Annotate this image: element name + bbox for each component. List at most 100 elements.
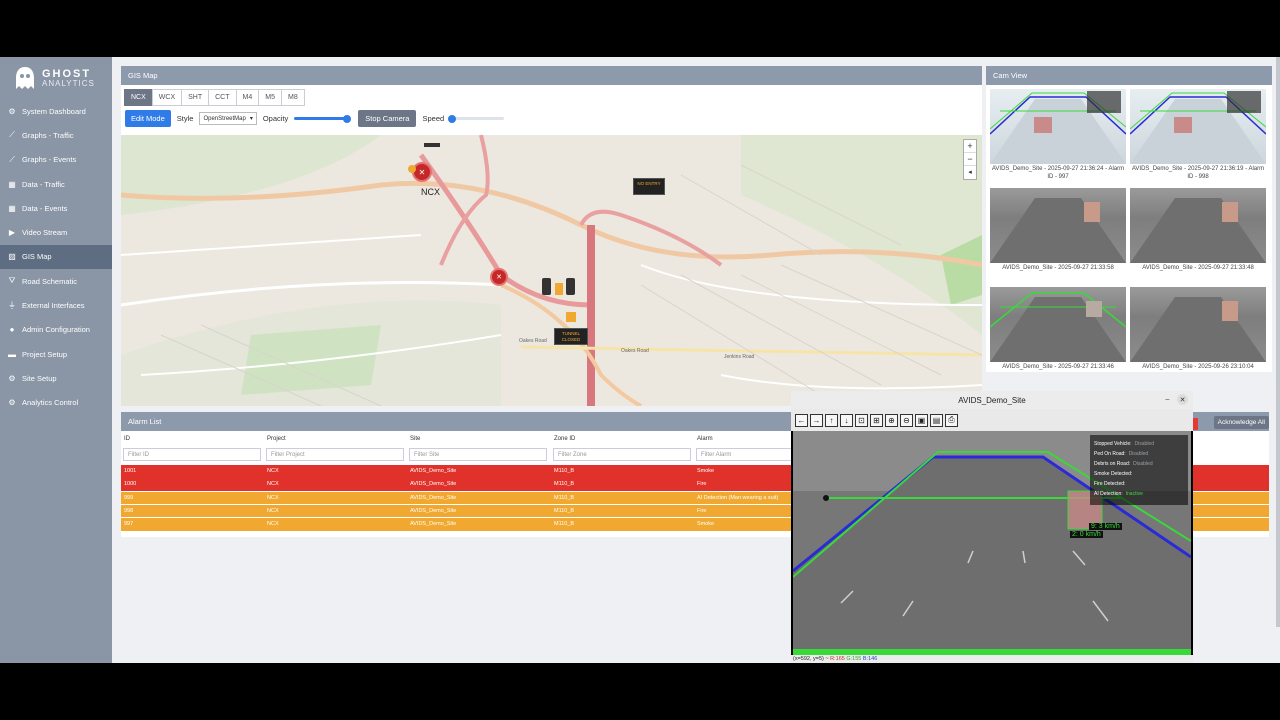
table-cell-alarm: Smoke (697, 521, 715, 528)
cam-thumbnail-image[interactable] (1130, 287, 1266, 362)
tab-m4[interactable]: M4 (235, 89, 260, 106)
sidebar-item-data-events[interactable]: ▦ Data - Events (0, 196, 112, 220)
filter-input-0[interactable]: Filter ID (123, 448, 261, 461)
cam-thumbnail[interactable]: AVIDS_Demo_Site - 2025-09-26 23:10:04 (1130, 287, 1266, 372)
traffic-light-icon[interactable] (566, 278, 575, 295)
viewer-tool-2-icon[interactable]: ↑ (825, 413, 838, 427)
tab-m5[interactable]: M5 (258, 89, 282, 106)
viewer-tool-0-icon[interactable]: ← (795, 413, 808, 427)
brand-sub: ANALYTICS (42, 78, 95, 88)
zoom-out-button[interactable]: − (964, 153, 976, 166)
sidebar-item-project-setup[interactable]: ▬ Project Setup (0, 342, 112, 366)
compass-icon[interactable]: ◂ (964, 166, 976, 179)
sidebar-item-graphs-events[interactable]: ⟋ Graphs - Events (0, 148, 112, 172)
detection-status-label: Smoke Detected: (1094, 471, 1133, 477)
opacity-slider[interactable] (294, 114, 352, 123)
plug-icon: ⏚ (8, 301, 16, 311)
cam-panel: AVIDS_Demo_Site - 2025-09-27 21:36:24 - … (986, 85, 1272, 372)
viewer-tool-1-icon[interactable]: → (810, 413, 823, 427)
opacity-slider-knob[interactable] (343, 114, 352, 123)
viewer-tool-4-icon[interactable]: ⊡ (855, 413, 868, 427)
cam-thumbnail[interactable]: AVIDS_Demo_Site - 2025-09-27 21:33:58 (990, 188, 1126, 284)
filter-input-3[interactable]: Filter Zone (553, 448, 691, 461)
sidebar-item-data-traffic[interactable]: ▦ Data - Traffic (0, 172, 112, 196)
viewer-tool-9-icon[interactable]: ▤ (930, 413, 943, 427)
sidebar-item-site-setup[interactable]: ⚙ Site Setup (0, 366, 112, 390)
viewer-tool-7-icon[interactable]: ⊖ (900, 413, 913, 427)
sidebar-item-label: External Interfaces (22, 301, 85, 311)
viewer-tool-3-icon[interactable]: ↓ (840, 413, 853, 427)
column-header-site[interactable]: Site (410, 436, 420, 442)
minimize-icon[interactable]: – (1162, 394, 1173, 405)
filter-input-2[interactable]: Filter Site (409, 448, 547, 461)
speed-tag: 2: 0 km/h (1070, 531, 1103, 538)
video-frame[interactable]: 9: 3 km/h 2: 0 km/h Stopped Vehicle: Disa… (793, 431, 1191, 655)
table-cell-id: 998 (124, 507, 134, 514)
acknowledge-all-button[interactable]: Acknowledge All (1213, 416, 1269, 429)
page-scrollbar[interactable] (1276, 57, 1280, 627)
sidebar-item-system-dashboard[interactable]: ⚙ System Dashboard (0, 99, 112, 123)
video-viewer-window[interactable]: AVIDS_Demo_Site – ✕ ← → ↑ ↓ ⊡ ⊞ ⊕ ⊖ ▣ ▤ ⎙ (791, 391, 1193, 663)
camera-marker-icon[interactable]: ✕ (490, 268, 508, 286)
viewer-status-bar: (x=592, y=5) ~ R:165 G:155 B:146 (791, 655, 1193, 663)
stop-camera-button[interactable]: Stop Camera (358, 110, 417, 127)
viewer-tool-5-icon[interactable]: ⊞ (870, 413, 883, 427)
gis-panel-header: GIS Map (121, 66, 982, 85)
detection-status-label: Debris on Road: (1094, 461, 1131, 467)
cam-thumbnail-image[interactable] (1130, 188, 1266, 263)
cam-thumbnail[interactable]: AVIDS_Demo_Site - 2025-09-27 21:36:19 - … (1130, 89, 1266, 185)
column-header-alarm[interactable]: Alarm (697, 436, 713, 442)
viewer-tool-8-icon[interactable]: ▣ (915, 413, 928, 427)
tab-sht[interactable]: SHT (181, 89, 210, 106)
cam-thumbnail-image[interactable] (1130, 89, 1266, 164)
detection-status-label: Stopped Vehicle: (1094, 441, 1132, 447)
camera-marker-icon[interactable]: ✕ (412, 162, 432, 182)
sidebar-item-road-schematic[interactable]: ⛛ Road Schematic (0, 269, 112, 293)
tab-ncx[interactable]: NCX (124, 89, 153, 106)
column-header-project[interactable]: Project (267, 436, 286, 442)
sidebar-item-admin-configuration[interactable]: ● Admin Configuration (0, 318, 112, 342)
tab-m8[interactable]: M8 (280, 89, 305, 106)
viewer-titlebar[interactable]: AVIDS_Demo_Site – ✕ (791, 391, 1193, 409)
sign-tunnel-closed[interactable]: TUNNEL CLOSED (554, 328, 588, 345)
map-tiles (121, 135, 982, 406)
table-cell-zone: M110_B (554, 494, 575, 501)
speed-slider[interactable] (448, 114, 505, 123)
lane-signal-icon[interactable] (555, 283, 563, 295)
gear-icon: ⚙ (8, 398, 16, 408)
speed-slider-knob[interactable] (448, 114, 457, 123)
close-icon[interactable]: ✕ (1177, 394, 1188, 405)
sidebar-item-external-interfaces[interactable]: ⏚ External Interfaces (0, 293, 112, 317)
viewer-tool-6-icon[interactable]: ⊕ (885, 413, 898, 427)
cam-thumbnail-image[interactable] (990, 89, 1126, 164)
detection-status-value: Disabled (1134, 441, 1154, 447)
traffic-light-icon[interactable] (542, 278, 551, 295)
lane-signal-icon[interactable] (566, 312, 576, 322)
sidebar-item-gis-map[interactable]: ▨ GIS Map (0, 244, 112, 270)
map-canvas[interactable]: ✕ NCX ✕ NO ENTRY TUNNEL CLOSED Oakes Roa… (121, 135, 982, 406)
sidebar-item-analytics-control[interactable]: ⚙ Analytics Control (0, 391, 112, 415)
tab-wcx[interactable]: WCX (151, 89, 183, 106)
folder-icon: ▬ (8, 349, 16, 359)
column-header-id[interactable]: ID (124, 436, 130, 442)
tab-cct[interactable]: CCT (208, 89, 237, 106)
cam-thumbnail-image[interactable] (990, 188, 1126, 263)
cam-thumbnail-image[interactable] (990, 287, 1126, 362)
edit-mode-button[interactable]: Edit Mode (125, 110, 171, 127)
cam-thumbnail[interactable]: AVIDS_Demo_Site - 2025-09-27 21:36:24 - … (990, 89, 1126, 185)
sidebar-item-video-stream[interactable]: ▶ Video Stream (0, 220, 112, 244)
status-r: R:165 (830, 656, 845, 662)
column-header-zone-id[interactable]: Zone ID (554, 436, 575, 442)
video-icon: ▶ (8, 228, 16, 238)
cam-thumbnail[interactable]: AVIDS_Demo_Site - 2025-09-27 21:33:46 (990, 287, 1126, 372)
filter-input-1[interactable]: Filter Project (266, 448, 404, 461)
style-select[interactable]: OpenStreetMap ▾ (199, 112, 257, 125)
street-label: Jenkins Road (724, 354, 755, 360)
sign-no-entry[interactable]: NO ENTRY (633, 178, 665, 195)
viewer-tool-10-icon[interactable]: ⎙ (945, 413, 958, 427)
zoom-in-button[interactable]: + (964, 140, 976, 153)
cam-thumbnail-caption: AVIDS_Demo_Site - 2025-09-27 21:36:19 - … (1131, 166, 1265, 180)
sidebar-item-graphs-traffic[interactable]: ⟋ Graphs - Traffic (0, 123, 112, 147)
sidebar-nav: ⚙ System Dashboard ⟋ Graphs - Traffic ⟋ Graph… (0, 99, 112, 415)
cam-thumbnail[interactable]: AVIDS_Demo_Site - 2025-09-27 21:33:48 (1130, 188, 1266, 284)
